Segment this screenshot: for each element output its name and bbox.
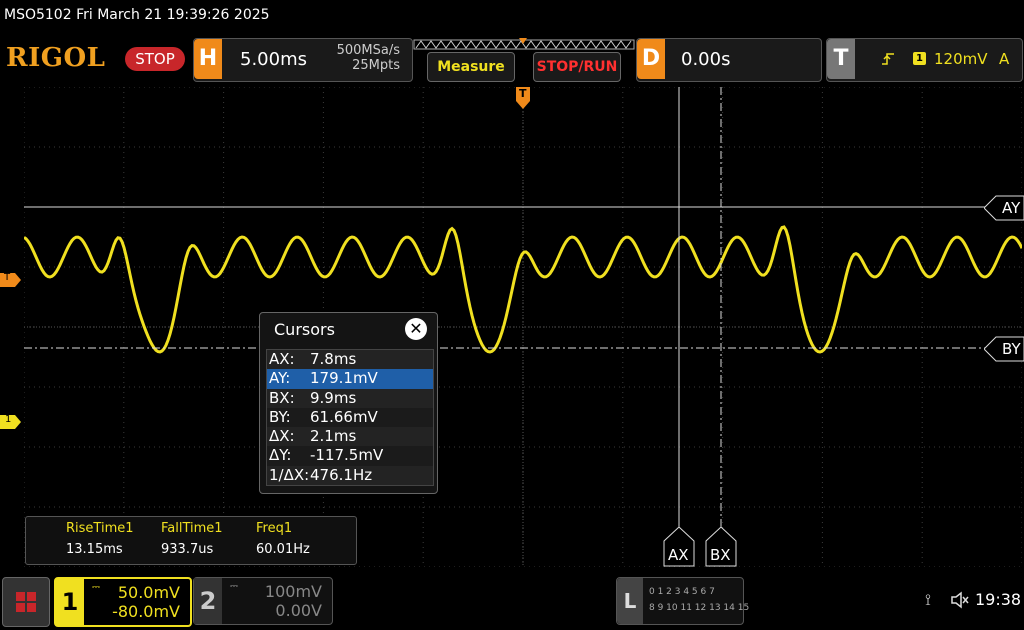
logic-analyzer-panel[interactable]: L 0 1 2 3 4 5 6 7 8 9 10 11 12 13 14 15 — [616, 577, 749, 625]
measurement-bar[interactable]: RiseTime1 13.15ms FallTime1 933.7us Freq… — [25, 516, 357, 565]
trigger-panel[interactable]: T 1 120mV A — [826, 38, 1023, 82]
menu-grid-icon[interactable] — [2, 577, 50, 627]
rigol-logo: RIGOL — [6, 43, 106, 73]
cursors-title: Cursors — [274, 320, 335, 339]
logic-channels-high: 8 9 10 11 12 13 14 15 — [649, 603, 750, 613]
sample-rate: 500MSa/s — [336, 43, 400, 58]
clock-time: 19:38 — [975, 590, 1022, 609]
cursor-bx-flag[interactable]: BX — [705, 526, 737, 571]
cursor-by-flag[interactable]: BY — [983, 336, 1024, 366]
ch2-scale: 100mV — [264, 582, 322, 601]
cursor-row-delta-x[interactable]: ΔX: 2.1ms — [267, 427, 433, 447]
ch1-number: 1 — [56, 579, 84, 625]
ch2-number: 2 — [194, 578, 222, 624]
cursor-row-by[interactable]: BY: 61.66mV — [267, 407, 433, 428]
coupling-icon: ⎓ — [92, 582, 100, 593]
horizontal-panel[interactable]: H 5.00ms 500MSa/s 25Mpts — [193, 38, 413, 82]
rising-edge-icon — [882, 53, 894, 65]
coupling-icon: ⎓ — [230, 581, 238, 592]
trigger-badge: T — [827, 39, 855, 79]
close-icon[interactable]: ✕ — [405, 318, 427, 340]
ch2-offset: 0.00V — [275, 601, 322, 620]
cursor-row-ay[interactable]: AY: 179.1mV — [267, 369, 433, 389]
logic-channels-low: 0 1 2 3 4 5 6 7 — [649, 587, 715, 597]
title-bar: MSO5102 Fri March 21 19:39:26 2025 — [0, 0, 1024, 32]
cursor-row-ax[interactable]: AX: 7.8ms — [267, 350, 433, 370]
graticule-grid — [24, 87, 1022, 567]
cursor-row-inv-delta-x[interactable]: 1/ΔX:476.1Hz — [267, 465, 433, 486]
horizontal-badge: H — [194, 39, 222, 79]
cursor-values-list: AX: 7.8ms AY: 179.1mV BX: 9.9ms BY: 61.66mV … — [266, 349, 434, 487]
cursor-ay-flag[interactable]: AY — [983, 195, 1024, 225]
ch1-offset: -80.0mV — [112, 602, 180, 621]
measure-button[interactable]: Measure — [427, 52, 515, 82]
ch1-settings-panel[interactable]: 1 ⎓ 50.0mV -80.0mV — [54, 577, 192, 627]
ch1-offset-marker[interactable]: 1 — [0, 414, 22, 433]
trigger-source-badge: 1 — [913, 52, 926, 65]
trigger-position-marker[interactable]: T — [516, 87, 530, 109]
measurement-frequency: Freq1 60.01Hz — [256, 521, 310, 557]
delay-badge: D — [637, 39, 665, 79]
timebase-value: 5.00ms — [240, 49, 307, 70]
trigger-level-marker[interactable]: T — [0, 272, 22, 291]
speaker-mute-icon[interactable] — [950, 591, 970, 609]
delay-value: 0.00s — [681, 49, 731, 70]
measurement-fall-time: FallTime1 933.7us — [161, 521, 223, 557]
run-state-badge[interactable]: STOP — [125, 47, 185, 71]
cursors-panel[interactable]: Cursors ✕ AX: 7.8ms AY: 179.1mV BX: 9.9ms B… — [259, 312, 438, 494]
title-text: MSO5102 Fri March 21 19:39:26 2025 — [4, 7, 270, 23]
logic-badge: L — [617, 578, 643, 624]
stop-run-button[interactable]: STOP/RUN — [533, 52, 621, 82]
cursor-row-delta-y[interactable]: ΔY: -117.5mV — [267, 446, 433, 466]
memory-depth: 25Mpts — [352, 58, 400, 73]
trigger-level: 120mV — [934, 50, 988, 68]
waveform-display[interactable] — [24, 87, 1022, 567]
ch2-settings-panel[interactable]: 2 ⎓ 100mV 0.00V — [193, 577, 333, 625]
trigger-mode: A — [999, 50, 1010, 68]
measurement-rise-time: RiseTime1 13.15ms — [66, 521, 134, 557]
cursor-ax-flag[interactable]: AX — [663, 526, 695, 571]
memory-position-strip — [413, 38, 635, 50]
cursor-row-bx[interactable]: BX: 9.9ms — [267, 388, 433, 408]
delay-panel[interactable]: D 0.00s — [636, 38, 822, 82]
usb-icon: ⟟ — [925, 590, 931, 609]
ch1-scale: 50.0mV — [117, 583, 180, 602]
